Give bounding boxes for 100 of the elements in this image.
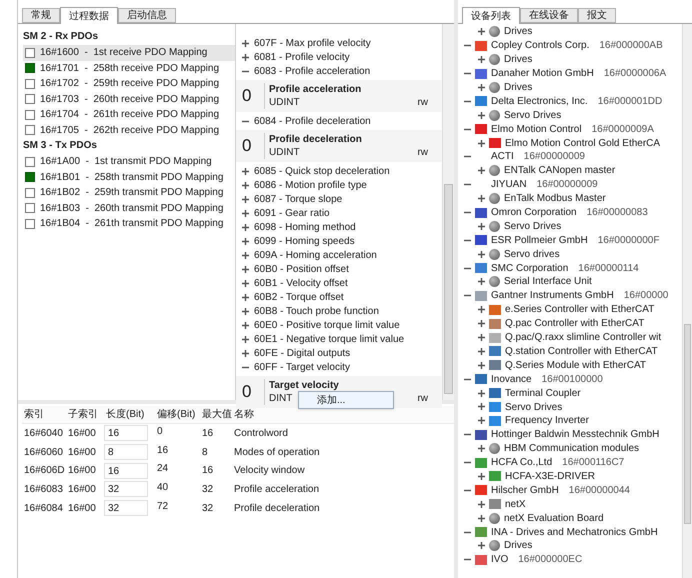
scroll-thumb[interactable] <box>684 324 691 524</box>
pdo-row[interactable]: 16#1B03 - 260th transmit PDO Mapping <box>23 200 235 216</box>
expand-icon[interactable] <box>478 472 485 480</box>
tab[interactable]: 设备列表 <box>462 7 520 24</box>
checkbox[interactable] <box>25 156 35 167</box>
checkbox[interactable] <box>25 94 35 104</box>
expand-icon[interactable] <box>242 280 249 286</box>
pdo-row[interactable]: 16#1B02 - 259th transmit PDO Mapping <box>23 185 235 200</box>
checkbox[interactable] <box>25 63 35 74</box>
device-name[interactable]: EnTalk Modbus Master <box>504 191 606 206</box>
expand-icon[interactable] <box>242 238 249 244</box>
column-header[interactable]: 最大值 <box>200 407 232 422</box>
expand-icon[interactable] <box>478 417 485 424</box>
vendor-name[interactable]: Omron Corporation <box>491 205 577 220</box>
expand-icon[interactable] <box>242 308 249 314</box>
device-name[interactable]: Servo Drives <box>505 400 562 414</box>
pdo-row[interactable]: 16#1704 - 261th receive PDO Mapping <box>23 107 235 122</box>
vendor-name[interactable]: HCFA Co.,Ltd <box>491 455 552 470</box>
pdo-row[interactable]: 16#1B04 - 261th transmit PDO Mapping <box>23 216 235 232</box>
expand-icon[interactable] <box>242 350 249 356</box>
device-name[interactable]: Q.station Controller with EtherCAT <box>505 344 658 359</box>
vendor-name[interactable]: Hilscher GmbH <box>491 482 559 498</box>
tab[interactable]: 报文 <box>578 8 616 23</box>
device-name[interactable]: Frequency Inverter <box>505 413 589 428</box>
length-field[interactable]: 32 <box>104 500 148 516</box>
expand-icon[interactable] <box>478 250 485 258</box>
object-entry[interactable]: 6081 - Profile velocity <box>254 50 350 64</box>
vendor-name[interactable]: Danaher Motion GmbH <box>491 66 594 82</box>
vendor-name[interactable]: Elmo Motion Control <box>491 122 582 137</box>
checkbox[interactable] <box>25 48 35 58</box>
expand-icon[interactable] <box>478 167 485 174</box>
object-entry[interactable]: 60E1 - Negative torque limit value <box>254 332 404 346</box>
device-name[interactable]: HBM Communication modules <box>504 441 640 456</box>
object-entry[interactable]: 6098 - Homing method <box>254 220 356 234</box>
expand-icon[interactable] <box>478 320 485 328</box>
expand-icon[interactable] <box>242 266 249 272</box>
expand-icon[interactable] <box>478 500 485 508</box>
expand-icon[interactable] <box>242 168 249 174</box>
length-field[interactable]: 8 <box>104 444 148 460</box>
tab[interactable]: 在线设备 <box>520 8 578 23</box>
column-header[interactable]: 偏移(Bit) <box>155 407 200 422</box>
expand-icon[interactable] <box>242 54 249 60</box>
object-entry[interactable]: 6091 - Gear ratio <box>254 206 330 220</box>
device-name[interactable]: netX <box>505 496 526 512</box>
device-name[interactable]: netX Evaluation Board <box>504 510 604 526</box>
vendor-name[interactable]: JIYUAN <box>491 177 527 192</box>
expand-icon[interactable] <box>478 542 485 550</box>
expand-icon[interactable] <box>478 390 485 397</box>
expand-icon[interactable] <box>478 403 485 410</box>
vendor-name[interactable]: Hottinger Baldwin Messtechnik GmbH <box>491 427 660 442</box>
device-name[interactable]: Drives <box>504 80 532 96</box>
device-name[interactable]: ENTalk CANopen master <box>504 163 616 178</box>
device-name[interactable]: Q.pac Controller with EtherCAT <box>505 316 644 332</box>
expand-icon[interactable] <box>242 224 249 230</box>
length-field[interactable]: 16 <box>104 462 148 479</box>
expand-icon[interactable] <box>242 182 249 188</box>
expand-icon[interactable] <box>242 40 249 46</box>
checkbox[interactable] <box>25 188 35 198</box>
device-name[interactable]: Elmo Motion Control Gold EtherCA <box>505 136 660 151</box>
tab[interactable]: 启动信息 <box>118 8 176 23</box>
vendor-name[interactable]: Inovance <box>491 372 532 387</box>
expand-icon[interactable] <box>242 322 249 328</box>
expand-icon[interactable] <box>478 348 485 355</box>
pdo-row[interactable]: 16#1600 - 1st receive PDO Mapping <box>23 45 235 60</box>
device-name[interactable]: Drives <box>504 538 532 554</box>
expand-icon[interactable] <box>478 222 485 230</box>
object-entry[interactable]: 60B2 - Torque offset <box>254 290 344 304</box>
object-entry[interactable]: 6086 - Motion profile type <box>254 178 367 192</box>
tab[interactable]: 常规 <box>22 8 60 23</box>
device-name[interactable]: Servo Drives <box>504 218 562 234</box>
device-name[interactable]: Q.Series Module with EtherCAT <box>505 358 646 373</box>
pdo-row[interactable]: 16#1701 - 258th receive PDO Mapping <box>23 60 235 76</box>
vendor-name[interactable]: ESR Pollmeier GmbH <box>491 232 588 248</box>
pdo-row[interactable]: 16#1A00 - 1st transmit PDO Mapping <box>23 154 235 170</box>
length-field[interactable]: 16 <box>104 425 148 442</box>
column-header[interactable]: 名称 <box>232 407 342 422</box>
device-name[interactable]: Drives <box>504 52 532 68</box>
expand-icon[interactable] <box>242 294 249 300</box>
expand-icon[interactable] <box>478 514 485 522</box>
checkbox[interactable] <box>25 78 35 89</box>
pdo-row[interactable]: 16#1703 - 260th receive PDO Mapping <box>23 92 235 107</box>
vendor-name[interactable]: Delta Electronics, Inc. <box>491 94 588 109</box>
device-name[interactable]: Q.pac/Q.raxx slimline Controller wit <box>505 330 662 346</box>
expand-icon[interactable] <box>478 56 485 64</box>
vendor-name[interactable]: INA - Drives and Mechatronics GmbH <box>491 524 658 540</box>
checkbox[interactable] <box>25 110 35 120</box>
object-entry[interactable]: 607F - Max profile velocity <box>254 36 371 50</box>
object-entry[interactable]: 60B8 - Touch probe function <box>254 304 379 318</box>
expand-icon[interactable] <box>242 210 249 216</box>
vendor-name[interactable]: SMC Corporation <box>491 260 568 276</box>
expand-icon[interactable] <box>478 306 485 314</box>
device-name[interactable]: e.Series Controller with EtherCAT <box>505 302 654 318</box>
scroll-thumb[interactable] <box>444 184 453 394</box>
expand-icon[interactable] <box>242 196 249 202</box>
length-field[interactable]: 32 <box>104 481 148 498</box>
object-entry[interactable]: 60FF - Target velocity <box>254 360 350 374</box>
object-entry[interactable]: 60B0 - Position offset <box>254 262 349 276</box>
vendor-name[interactable]: Copley Controls Corp. <box>491 38 590 54</box>
column-header[interactable]: 索引 <box>22 407 66 422</box>
object-entry[interactable]: 6085 - Quick stop deceleration <box>254 164 390 178</box>
